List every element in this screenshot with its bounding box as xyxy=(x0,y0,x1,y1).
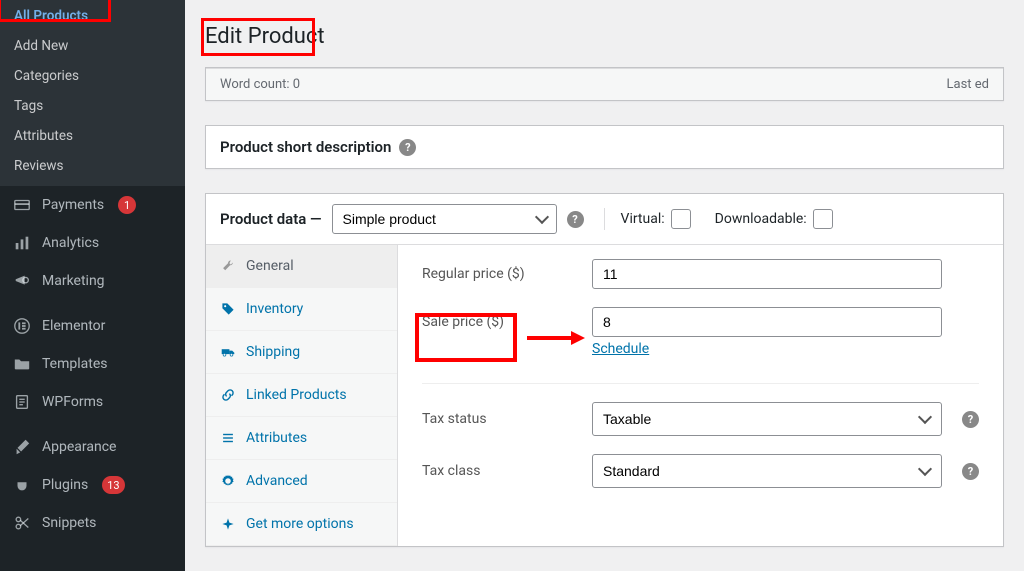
folder-icon xyxy=(12,354,32,374)
sidebar-item-attributes[interactable]: Attributes xyxy=(0,121,185,151)
sidebar-item-tags[interactable]: Tags xyxy=(0,91,185,121)
plug-icon xyxy=(12,475,32,495)
sidebar-item-label: WPForms xyxy=(42,394,103,410)
content-area: Edit Product Word count: 0 Last ed Produ… xyxy=(185,0,1024,571)
tab-label: Linked Products xyxy=(246,387,347,403)
tab-label: Shipping xyxy=(246,344,300,360)
help-icon[interactable]: ? xyxy=(567,211,584,228)
sidebar-item-add-new[interactable]: Add New xyxy=(0,31,185,61)
tax-class-select[interactable]: Standard xyxy=(592,454,942,488)
scissors-icon xyxy=(12,513,32,533)
tax-class-label: Tax class xyxy=(422,463,572,479)
product-type-select[interactable]: Simple product xyxy=(332,204,557,234)
short-description-box: Product short description ? xyxy=(205,125,1004,169)
sale-price-label: Sale price ($) xyxy=(422,314,572,330)
tab-inventory[interactable]: Inventory xyxy=(206,288,397,331)
sidebar-item-appearance[interactable]: Appearance xyxy=(0,428,185,466)
sale-price-input[interactable] xyxy=(592,307,942,337)
sparkle-icon xyxy=(220,516,236,532)
sidebar-item-label: Reviews xyxy=(14,158,64,174)
tab-attributes[interactable]: Attributes xyxy=(206,417,397,460)
sidebar-item-label: Add New xyxy=(14,38,68,54)
downloadable-label: Downloadable: xyxy=(715,211,807,227)
tab-general[interactable]: General xyxy=(206,245,397,288)
sidebar-item-all-products[interactable]: All Products xyxy=(0,0,185,31)
tax-status-label: Tax status xyxy=(422,411,572,427)
sidebar-item-label: Snippets xyxy=(42,515,96,531)
editor-box: Word count: 0 Last ed xyxy=(205,67,1004,101)
tab-label: Advanced xyxy=(246,473,308,489)
sidebar-item-label: Elementor xyxy=(42,318,105,334)
link-icon xyxy=(220,387,236,403)
virtual-label: Virtual: xyxy=(621,211,665,227)
help-icon[interactable]: ? xyxy=(399,139,416,156)
gear-icon xyxy=(220,473,236,489)
badge: 1 xyxy=(118,196,136,214)
sidebar-item-label: Payments xyxy=(42,197,104,213)
sidebar-item-categories[interactable]: Categories xyxy=(0,61,185,91)
help-icon[interactable]: ? xyxy=(962,463,979,480)
regular-price-label: Regular price ($) xyxy=(422,266,572,282)
word-count: Word count: 0 xyxy=(220,77,300,92)
help-icon[interactable]: ? xyxy=(962,411,979,428)
sidebar-item-label: Attributes xyxy=(14,128,73,144)
credit-card-icon xyxy=(12,195,32,215)
last-edited: Last ed xyxy=(947,77,990,92)
product-data-tabs: General Inventory Shipping Linked Produc… xyxy=(206,245,398,546)
brush-icon xyxy=(12,437,32,457)
sidebar-item-label: All Products xyxy=(14,8,88,24)
sidebar-item-payments[interactable]: Payments 1 xyxy=(0,186,185,224)
tab-get-more-options[interactable]: Get more options xyxy=(206,503,397,546)
sidebar-item-plugins[interactable]: Plugins 13 xyxy=(0,466,185,504)
form-icon xyxy=(12,392,32,412)
sidebar-item-wpforms[interactable]: WPForms xyxy=(0,383,185,428)
downloadable-checkbox[interactable]: Downloadable: xyxy=(715,209,833,229)
tab-advanced[interactable]: Advanced xyxy=(206,460,397,503)
sidebar-item-marketing[interactable]: Marketing xyxy=(0,262,185,307)
admin-sidebar: All Products Add New Categories Tags Att… xyxy=(0,0,185,571)
tag-icon xyxy=(220,301,236,317)
product-data-fields: Regular price ($) Sale price ($) Schedul… xyxy=(398,245,1003,546)
page-title: Edit Product xyxy=(185,0,1024,69)
virtual-checkbox[interactable]: Virtual: xyxy=(621,209,691,229)
wrench-icon xyxy=(220,258,236,274)
product-data-heading: Product data — xyxy=(220,210,322,228)
sidebar-item-label: Plugins xyxy=(42,477,88,493)
truck-icon xyxy=(220,344,236,360)
checkbox-icon xyxy=(671,209,691,229)
badge: 13 xyxy=(102,476,124,494)
tab-shipping[interactable]: Shipping xyxy=(206,331,397,374)
tab-label: General xyxy=(246,258,294,274)
sidebar-item-label: Appearance xyxy=(42,439,116,455)
megaphone-icon xyxy=(12,271,32,291)
sidebar-item-templates[interactable]: Templates xyxy=(0,345,185,383)
sidebar-item-snippets[interactable]: Snippets xyxy=(0,504,185,542)
sidebar-item-label: Marketing xyxy=(42,273,105,289)
sidebar-item-label: Analytics xyxy=(42,235,99,251)
sidebar-item-label: Categories xyxy=(14,68,79,84)
sidebar-item-elementor[interactable]: Elementor xyxy=(0,307,185,345)
tab-label: Get more options xyxy=(246,516,354,532)
tab-linked-products[interactable]: Linked Products xyxy=(206,374,397,417)
checkbox-icon xyxy=(813,209,833,229)
sidebar-item-label: Templates xyxy=(42,356,108,372)
short-description-title: Product short description xyxy=(220,138,391,156)
bar-chart-icon xyxy=(12,233,32,253)
schedule-link[interactable]: Schedule xyxy=(592,341,649,357)
sidebar-item-label: Tags xyxy=(14,98,43,114)
tax-status-select[interactable]: Taxable xyxy=(592,402,942,436)
list-icon xyxy=(220,430,236,446)
divider xyxy=(422,383,979,384)
tab-label: Attributes xyxy=(246,430,307,446)
tab-label: Inventory xyxy=(246,301,303,317)
sidebar-item-reviews[interactable]: Reviews xyxy=(0,151,185,186)
regular-price-input[interactable] xyxy=(592,259,942,289)
sidebar-item-analytics[interactable]: Analytics xyxy=(0,224,185,262)
elementor-icon xyxy=(12,316,32,336)
divider xyxy=(604,208,605,230)
product-data-box: Product data — Simple product ? Virtual:… xyxy=(205,193,1004,547)
